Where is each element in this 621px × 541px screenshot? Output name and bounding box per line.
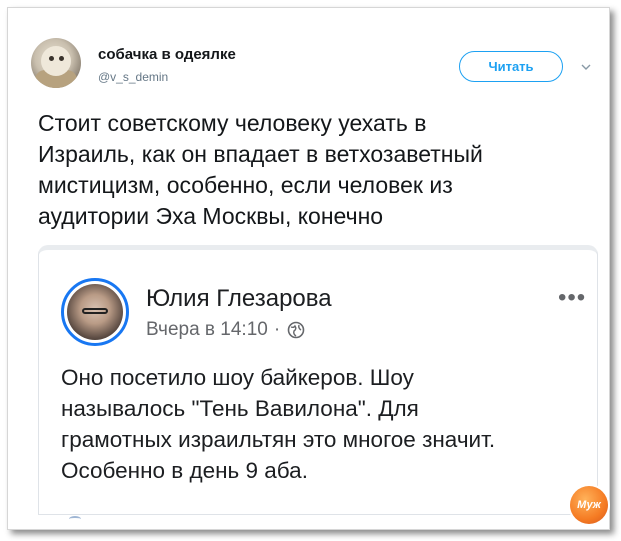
meta-separator: ·	[273, 319, 281, 340]
tweet-text: Стоит советскому человеку уехать в Израи…	[38, 108, 598, 232]
avatar-eye	[49, 56, 54, 61]
reaction-peek	[69, 516, 81, 522]
embed-text-line: называлось "Тень Вавилона". Для	[61, 396, 419, 421]
globe-icon	[287, 321, 305, 339]
tweet-text-line: Израиль, как он впадает в ветхозаветный	[38, 141, 483, 167]
chevron-down-icon[interactable]	[581, 62, 591, 72]
author-avatar[interactable]	[31, 38, 81, 88]
embed-timestamp[interactable]: Вчера в 14:10	[146, 319, 268, 341]
avatar-eye	[59, 56, 64, 61]
embed-author-name[interactable]: Юлия Глезарова	[146, 285, 332, 313]
tweet-text-line: мистицизм, особенно, если человек из	[38, 172, 453, 198]
embed-text-line: Оно посетило шоу байкеров. Шоу	[61, 365, 414, 390]
embedded-post[interactable]: Юлия Глезарова Вчера в 14:10 · ••• Оно п…	[38, 245, 598, 518]
embed-author-avatar[interactable]	[61, 278, 129, 346]
author-name[interactable]: собачка в одеялке	[98, 46, 236, 63]
tweet-text-line: Стоит советскому человеку уехать в	[38, 110, 427, 136]
avatar-dog	[41, 46, 71, 76]
embed-text: Оно посетило шоу байкеров. Шоу называлос…	[61, 362, 581, 486]
watermark-logo: Муж	[570, 486, 608, 524]
avatar-glasses	[82, 308, 108, 314]
tweet-card: собачка в одеялке @v_s_demin Читать Стои…	[7, 7, 610, 530]
embed-meta: Вчера в 14:10 ·	[146, 319, 305, 341]
follow-button[interactable]: Читать	[459, 51, 563, 82]
embed-text-line: грамотных израильтян это многое значит.	[61, 427, 496, 452]
author-handle[interactable]: @v_s_demin	[98, 70, 168, 84]
more-options-icon[interactable]: •••	[558, 286, 586, 310]
embed-avatar-photo	[67, 284, 123, 340]
embed-text-line: Особенно в день 9 аба.	[61, 458, 308, 483]
tweet-text-line: аудитории Эха Москвы, конечно	[38, 203, 384, 229]
